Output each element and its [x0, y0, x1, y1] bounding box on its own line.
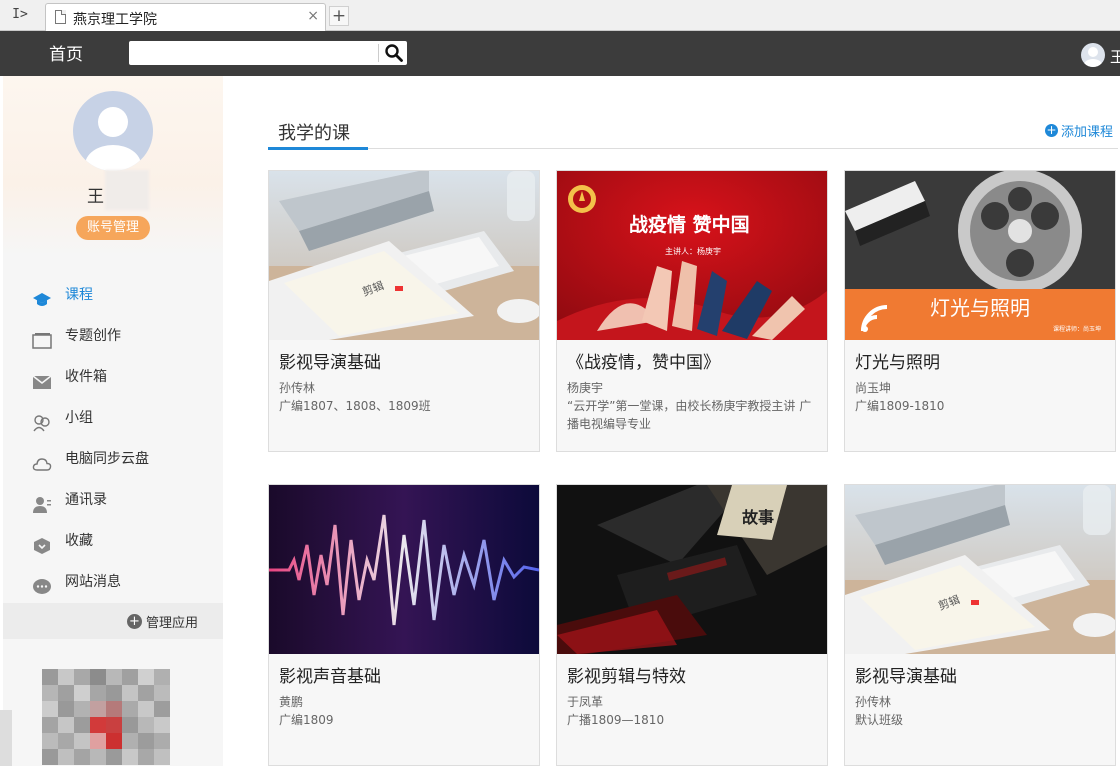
section-title-underline — [268, 147, 368, 150]
course-cover-image[interactable]: 剪辑 — [845, 485, 1115, 654]
course-cover-image[interactable]: 灯光与照明 课程讲师：尚玉坤 — [845, 171, 1115, 340]
manage-apps-label: 管理应用 — [146, 616, 199, 631]
course-class: 广编1807、1808、1809班 — [279, 399, 431, 413]
profile-avatar[interactable] — [73, 91, 153, 171]
group-icon — [32, 409, 52, 432]
course-title[interactable]: 影视导演基础 — [855, 662, 957, 687]
sidebar: 王 账号管理 课程 专题创作 收件箱 小组 电脑同步云盘 通讯录 收藏 网站消息… — [3, 76, 223, 766]
manage-apps-button[interactable]: + 管理应用 — [3, 603, 223, 639]
course-teacher: 尚玉坤 — [855, 381, 892, 395]
course-teacher: 孙传林 — [855, 695, 892, 709]
course-cover-image[interactable]: 战疫情 赞中国 主讲人：杨庚宇 — [557, 171, 827, 340]
sidebar-item-inbox[interactable]: 收件箱 — [3, 357, 223, 398]
banner-subtitle: 课程讲师：尚玉坤 — [1053, 325, 1101, 333]
sidebar-item-site-messages[interactable]: 网站消息 — [3, 562, 223, 603]
course-class: 广编1809 — [279, 713, 334, 727]
course-card[interactable]: 剪辑 影视导演基础 孙传林 广编1807、1808、1809班 — [268, 170, 540, 452]
account-manage-button[interactable]: 账号管理 — [76, 216, 150, 240]
close-icon[interactable]: × — [307, 8, 319, 24]
course-cover-image[interactable]: 故事 — [557, 485, 827, 654]
new-tab-button[interactable]: + — [329, 6, 349, 26]
cloud-icon — [32, 450, 52, 471]
search-input[interactable] — [133, 43, 373, 63]
side-scroll-handle[interactable] — [0, 710, 12, 766]
profile-panel: 王 账号管理 — [3, 76, 223, 256]
user-avatar[interactable] — [1081, 43, 1105, 67]
sidebar-item-contacts[interactable]: 通讯录 — [3, 480, 223, 521]
book-title: 故事 — [742, 508, 774, 527]
profile-name: 王 — [87, 187, 104, 207]
mail-icon — [32, 368, 52, 389]
message-icon — [32, 573, 52, 594]
course-card[interactable]: 剪辑 影视导演基础 孙传林 默认班级 — [844, 484, 1116, 766]
course-teacher: 于凤革 — [567, 695, 604, 709]
graduation-cap-icon — [32, 286, 52, 306]
course-cover-image[interactable] — [269, 485, 539, 654]
qr-code-redacted — [42, 669, 178, 766]
poster-subtitle: 主讲人：杨庚宇 — [665, 246, 721, 256]
name-redaction — [105, 170, 149, 210]
course-class: “云开学”第一堂课，由校长杨庚宇教授主讲 广播电视编导专业 — [567, 399, 812, 431]
course-teacher: 孙传林 — [279, 381, 316, 395]
course-card[interactable]: 影视声音基础 黄鹏 广编1809 — [268, 484, 540, 766]
browser-tabstrip: I> 燕京理工学院 × + — [0, 0, 1120, 31]
sidebar-item-label: 收藏 — [65, 533, 93, 549]
add-course-link[interactable]: 添加课程 — [1061, 121, 1113, 140]
sidebar-item-label: 课程 — [65, 287, 93, 303]
course-title[interactable]: 《战疫情，赞中国》 — [567, 348, 720, 373]
add-circle-icon[interactable]: + — [1045, 124, 1058, 137]
contacts-icon — [32, 491, 52, 513]
course-class: 广播1809—1810 — [567, 713, 665, 727]
top-navigation: 首页 王 — [0, 31, 1120, 76]
course-title[interactable]: 影视声音基础 — [279, 662, 381, 687]
sidebar-menu: 课程 专题创作 收件箱 小组 电脑同步云盘 通讯录 收藏 网站消息 — [3, 275, 223, 603]
course-class: 默认班级 — [855, 713, 904, 727]
search-box — [129, 41, 407, 65]
sidebar-item-label: 收件箱 — [65, 369, 107, 385]
browser-tab[interactable]: 燕京理工学院 × — [45, 3, 326, 31]
sidebar-item-label: 网站消息 — [65, 574, 121, 590]
course-cover-image[interactable]: 剪辑 — [269, 171, 539, 340]
course-title[interactable]: 灯光与照明 — [855, 348, 940, 373]
sidebar-item-topic-creation[interactable]: 专题创作 — [3, 316, 223, 357]
search-divider — [378, 44, 379, 62]
course-teacher: 黄鹏 — [279, 695, 304, 709]
sidebar-item-favorites[interactable]: 收藏 — [3, 521, 223, 562]
sidebar-item-label: 小组 — [65, 410, 93, 426]
sidebar-item-group[interactable]: 小组 — [3, 398, 223, 439]
course-card[interactable]: 故事 影视剪辑与特效 于凤革 广播1809—1810 — [556, 484, 828, 766]
section-title[interactable]: 我学的课 — [278, 119, 350, 145]
nav-home-link[interactable]: 首页 — [49, 40, 83, 65]
plus-icon: + — [127, 614, 142, 629]
sidebar-item-label: 通讯录 — [65, 492, 107, 508]
course-class: 广编1809-1810 — [855, 399, 945, 413]
search-icon[interactable] — [384, 43, 404, 63]
course-title[interactable]: 影视剪辑与特效 — [567, 662, 686, 687]
course-title[interactable]: 影视导演基础 — [279, 348, 381, 373]
page-icon — [55, 10, 66, 24]
sidebar-item-label: 专题创作 — [65, 328, 121, 344]
sidebar-toggle-button[interactable]: I> — [8, 5, 32, 25]
sidebar-item-courses[interactable]: 课程 — [3, 275, 223, 316]
section-divider — [268, 148, 1118, 149]
course-teacher: 杨庚宇 — [567, 381, 604, 395]
bookmark-icon — [32, 532, 52, 554]
poster-title: 战疫情 赞中国 — [629, 213, 750, 236]
banner-title: 灯光与照明 — [930, 296, 1030, 320]
user-name[interactable]: 王 — [1110, 46, 1120, 67]
tab-title: 燕京理工学院 — [73, 12, 157, 28]
sidebar-item-cloud-disk[interactable]: 电脑同步云盘 — [3, 439, 223, 480]
window-icon — [32, 327, 52, 349]
course-card[interactable]: 战疫情 赞中国 主讲人：杨庚宇 《战疫情，赞中国》 杨庚宇 “云开学”第一堂课，… — [556, 170, 828, 452]
sidebar-item-label: 电脑同步云盘 — [65, 451, 149, 467]
course-card[interactable]: 灯光与照明 课程讲师：尚玉坤 灯光与照明 尚玉坤 广编1809-1810 — [844, 170, 1116, 452]
